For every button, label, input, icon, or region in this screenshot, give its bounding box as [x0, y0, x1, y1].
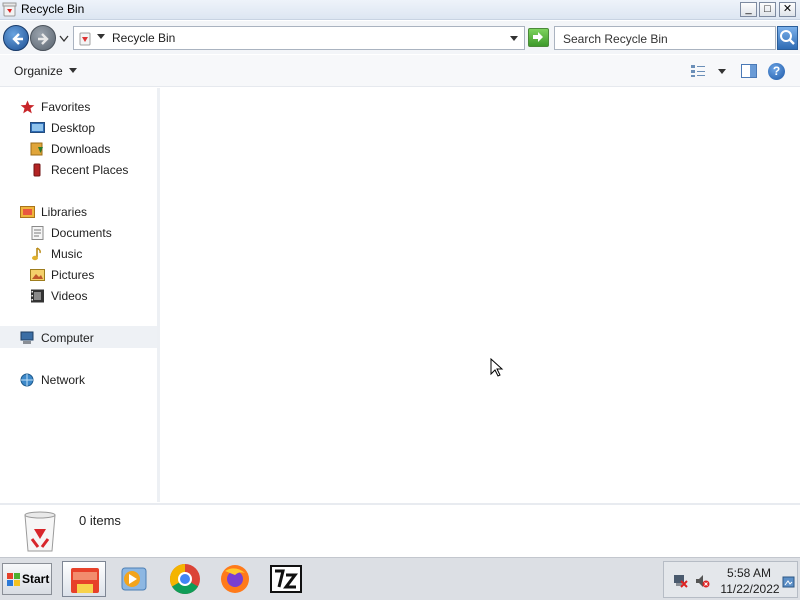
search-button[interactable]	[777, 26, 798, 50]
sidebar-item-label: Libraries	[41, 205, 88, 219]
start-label: Start	[22, 572, 50, 586]
back-button[interactable]	[3, 25, 29, 51]
videos-icon	[31, 289, 44, 303]
sidebar-item-label: Favorites	[41, 100, 91, 114]
taskbar-app-media-player[interactable]	[112, 561, 156, 597]
search-placeholder: Search Recycle Bin	[563, 32, 668, 46]
star-icon	[20, 100, 35, 114]
taskbar: Start 5:58 AM 11/22/2022	[0, 557, 800, 600]
windows-logo-icon	[7, 573, 20, 586]
7-zip-icon	[270, 565, 302, 593]
sidebar-item-label: Desktop	[51, 121, 96, 135]
views-dropdown[interactable]	[718, 69, 726, 74]
libraries-icon	[20, 206, 35, 218]
breadcrumb-chevron[interactable]	[97, 34, 105, 39]
documents-icon	[31, 226, 44, 240]
forward-button[interactable]	[30, 25, 56, 51]
sidebar-item-label: Music	[51, 247, 83, 261]
address-bar[interactable]: Recycle Bin	[73, 26, 525, 50]
recycle-bin-icon	[79, 32, 91, 46]
taskbar-app-file-explorer[interactable]	[62, 561, 106, 597]
details-pane: 0 items	[0, 503, 800, 555]
arrow-right-icon	[38, 33, 49, 45]
breadcrumb[interactable]: Recycle Bin	[112, 31, 175, 45]
chevron-down-icon	[68, 68, 77, 73]
close-button[interactable]: ✕	[779, 2, 796, 17]
taskbar-app-7-zip[interactable]	[264, 561, 308, 597]
folder-icon	[71, 568, 99, 593]
pictures-icon	[30, 269, 45, 281]
desktop-icon	[30, 122, 45, 133]
sidebar-item-label: Documents	[51, 226, 112, 240]
organize-label: Organize	[14, 64, 63, 78]
window-title: Recycle Bin	[21, 2, 85, 16]
recycle-bin-icon	[24, 511, 56, 552]
network-disconnected-icon[interactable]	[672, 573, 688, 589]
recycle-bin-icon	[2, 2, 17, 17]
sidebar-item-label: Computer	[41, 331, 94, 345]
minimize-button[interactable]: _	[740, 2, 757, 17]
search-icon	[780, 30, 795, 45]
taskbar-app-chrome[interactable]	[163, 561, 207, 597]
sidebar-item-label: Downloads	[51, 142, 111, 156]
title-bar: Recycle Bin _ □ ✕	[0, 0, 800, 20]
refresh-icon	[533, 32, 543, 42]
firefox-icon	[221, 565, 249, 593]
help-button[interactable]: ?	[768, 63, 785, 80]
volume-muted-icon[interactable]	[694, 573, 710, 589]
network-icon	[20, 373, 34, 387]
taskbar-app-firefox[interactable]	[213, 561, 257, 597]
arrow-left-icon	[12, 33, 23, 45]
recent-places-icon	[33, 163, 41, 177]
sidebar-item-label: Pictures	[51, 268, 95, 282]
preview-pane-button[interactable]	[741, 64, 757, 78]
mouse-cursor-icon	[490, 358, 504, 377]
organize-button[interactable]: Organize	[14, 64, 77, 78]
sidebar-item-label: Recent Places	[51, 163, 129, 177]
downloads-icon	[30, 142, 43, 156]
media-player-icon	[121, 567, 147, 591]
address-dropdown[interactable]	[510, 36, 518, 41]
item-count: 0 items	[79, 513, 121, 528]
navigation-pane: Favorites Desktop Downloads Recent Place…	[0, 88, 157, 502]
clock-date[interactable]: 11/22/2022	[717, 582, 783, 596]
maximize-button[interactable]: □	[759, 2, 776, 17]
change-view-button[interactable]	[690, 64, 706, 78]
command-bar: Organize ?	[0, 55, 800, 87]
computer-icon	[20, 331, 34, 344]
chrome-icon	[169, 564, 200, 595]
notification-area: 5:58 AM 11/22/2022	[663, 561, 798, 598]
search-input[interactable]: Search Recycle Bin	[554, 26, 776, 50]
recent-pages-dropdown[interactable]	[59, 35, 69, 43]
clock-time[interactable]: 5:58 AM	[719, 566, 779, 580]
navigation-bar: Recycle Bin Search Recycle Bin	[0, 21, 800, 54]
file-list-area[interactable]	[160, 88, 800, 502]
music-icon	[32, 247, 41, 261]
start-button[interactable]: Start	[2, 563, 52, 595]
refresh-button[interactable]	[528, 28, 549, 47]
sidebar-item-label: Videos	[51, 289, 88, 303]
sidebar-item-label: Network	[41, 373, 86, 387]
show-desktop-icon[interactable]	[782, 576, 795, 589]
